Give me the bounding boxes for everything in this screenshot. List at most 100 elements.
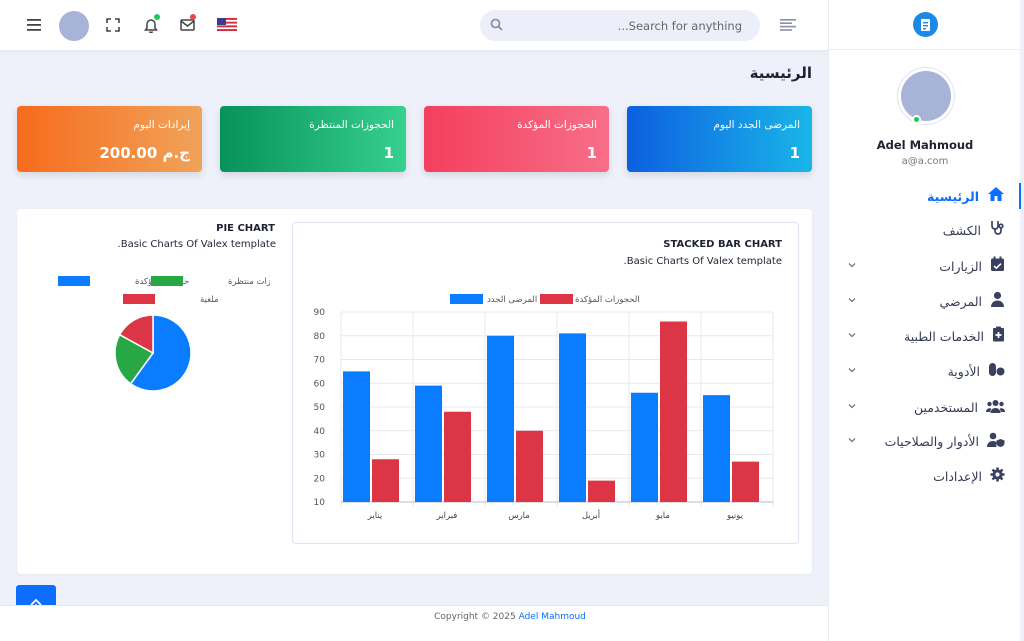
chevron-down-icon	[848, 438, 856, 443]
card-revenue-today[interactable]: إيرادات اليوم 200.00 ج.م	[17, 106, 202, 172]
active-indicator	[1019, 183, 1021, 209]
search-icon[interactable]	[489, 17, 503, 31]
card-value: 200.00 ج.م	[99, 144, 190, 162]
card-value: 1	[789, 144, 800, 162]
chevron-down-icon	[848, 298, 856, 303]
align-right-icon[interactable]	[780, 18, 796, 32]
chevron-down-icon	[848, 404, 856, 409]
user-shield-icon	[987, 432, 1005, 451]
clinic-logo-icon[interactable]	[913, 12, 938, 37]
sidebar-item-label: الزيارات	[939, 258, 982, 274]
x-tick-label: فبراير	[436, 511, 458, 521]
bar	[516, 430, 543, 502]
y-tick-label: 20	[314, 474, 326, 484]
chevron-down-icon	[848, 263, 856, 268]
sidebar-item-home[interactable]: الرئيسية	[829, 183, 1021, 209]
bar	[588, 480, 615, 502]
x-tick-label: مايو	[655, 511, 670, 521]
chevron-down-icon	[848, 368, 856, 373]
profile-name: Adel Mahmoud	[876, 138, 974, 152]
card-label: المرضى الجدد اليوم	[713, 119, 800, 131]
bar	[372, 459, 399, 502]
sidebar-item-label: الخدمات الطبية	[904, 328, 984, 344]
page-title: الرئيسية	[749, 64, 812, 82]
sidebar-logo-area	[829, 0, 1021, 50]
bar	[444, 411, 471, 502]
sidebar-item-medicines[interactable]: الأدوية	[829, 358, 1021, 384]
sidebar-item-roles-permissions[interactable]: الأدوار والصلاحيات	[829, 428, 1021, 454]
profile-email: a@a.com	[901, 156, 949, 167]
y-tick-label: 90	[314, 308, 326, 318]
legend-label: ملغية	[200, 295, 219, 305]
fullscreen-icon[interactable]	[105, 17, 121, 33]
y-tick-label: 30	[314, 451, 326, 461]
users-icon	[986, 398, 1005, 417]
stethoscope-icon	[989, 220, 1005, 240]
y-tick-label: 10	[314, 498, 326, 508]
sidebar-item-label: المستخدمين	[913, 399, 978, 415]
user-doctor-icon	[990, 291, 1005, 311]
gear-icon	[990, 467, 1005, 486]
card-value: 1	[586, 144, 597, 162]
legend-label: حجوزات منتظرة	[228, 277, 270, 287]
bar	[343, 371, 370, 502]
footer-author-link[interactable]: Adel Mahmoud	[519, 612, 586, 622]
sidebar-item-examination[interactable]: الكشف	[829, 217, 1021, 243]
home-icon	[987, 186, 1005, 206]
search-input[interactable]	[480, 10, 760, 41]
legend-swatch	[58, 276, 90, 286]
card-pending-bookings[interactable]: الحجوزات المنتظرة 1	[220, 106, 406, 172]
bar	[631, 392, 658, 502]
bar-chart-subtitle: Basic Charts Of Valex template.	[623, 256, 782, 267]
bar-chart: المرضى الجدد الحجوزات المؤكدة 10 20 30 40 50 60…	[314, 294, 774, 521]
sidebar-item-visits[interactable]: الزيارات	[829, 253, 1021, 279]
footer-text: Copyright © 2025 Adel Mahmoud	[0, 612, 1020, 622]
sidebar-item-label: الإعدادات	[933, 468, 982, 484]
medical-file-icon	[992, 326, 1005, 346]
bar	[415, 385, 442, 502]
y-tick-label: 80	[314, 332, 326, 342]
x-tick-label: يناير	[367, 511, 383, 521]
calendar-check-icon	[990, 256, 1005, 276]
legend-swatch	[151, 276, 183, 286]
y-tick-label: 50	[314, 403, 326, 413]
bar	[559, 333, 586, 502]
sidebar-item-users[interactable]: المستخدمين	[829, 394, 1021, 420]
header-avatar[interactable]	[59, 11, 89, 41]
online-status-indicator	[912, 115, 921, 124]
notification-dot	[154, 14, 160, 20]
bar	[487, 335, 514, 502]
x-tick-label: يونيو	[726, 511, 744, 521]
sidebar-item-medical-services[interactable]: الخدمات الطبية	[829, 323, 1021, 349]
chevron-down-icon	[848, 333, 856, 338]
y-tick-label: 60	[314, 379, 326, 389]
legend-swatch	[450, 294, 483, 304]
footer-copyright: Copyright © 2025	[434, 612, 516, 622]
pie-chart: حجوزات مؤكدةحجوزات منتظرةملغية	[58, 276, 270, 392]
menu-toggle-icon[interactable]	[26, 17, 42, 33]
sidebar-item-label: الكشف	[942, 222, 981, 238]
card-label: الحجوزات المؤكدة	[517, 119, 597, 131]
profile-avatar[interactable]	[898, 68, 954, 124]
top-header	[0, 0, 828, 50]
x-tick-label: أبريل	[582, 509, 600, 521]
card-label: الحجوزات المنتظرة	[309, 119, 394, 131]
footer	[0, 605, 828, 641]
card-new-patients-today[interactable]: المرضى الجدد اليوم 1	[627, 106, 812, 172]
legend-label: المرضى الجدد	[487, 295, 537, 305]
bar	[703, 395, 730, 502]
sidebar-item-label: الأدوار والصلاحيات	[884, 433, 979, 449]
sidebar-item-patients[interactable]: المرضي	[829, 288, 1021, 314]
sidebar-item-settings[interactable]: الإعدادات	[829, 463, 1021, 489]
card-confirmed-bookings[interactable]: الحجوزات المؤكدة 1	[424, 106, 609, 172]
x-tick-label: مارس	[508, 511, 530, 521]
y-tick-label: 70	[314, 356, 326, 366]
pie-chart-subtitle: Basic Charts Of Valex template.	[117, 239, 276, 250]
sidebar-item-label: الأدوية	[947, 363, 980, 379]
legend-swatch	[540, 294, 573, 304]
card-label: إيرادات اليوم	[133, 119, 190, 131]
sidebar-item-label: الرئيسية	[927, 188, 979, 204]
us-flag-icon[interactable]	[217, 17, 237, 31]
sidebar-item-label: المرضي	[939, 293, 982, 309]
legend-swatch	[123, 294, 155, 304]
